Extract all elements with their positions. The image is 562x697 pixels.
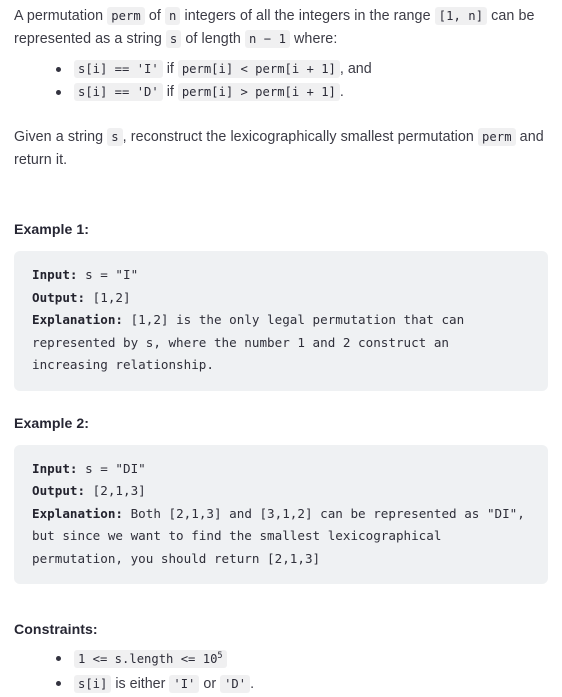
example-1-output-label: Output: bbox=[32, 289, 86, 305]
constraint-2-mid: is either bbox=[111, 676, 170, 692]
code-length: n − 1 bbox=[244, 29, 290, 48]
code-rule-1-right: perm[i] < perm[i + 1] bbox=[177, 60, 340, 78]
rule-2-tail: . bbox=[339, 84, 344, 100]
given-paragraph: Given a string s, reconstruct the lexico… bbox=[14, 126, 548, 171]
constraints-heading: Constraints: bbox=[14, 621, 98, 637]
code-rule-2-right: perm[i] > perm[i + 1] bbox=[177, 83, 340, 101]
example-2-heading: Example 2: bbox=[14, 414, 89, 431]
rules-list: s[i] == 'I' if perm[i] < perm[i + 1], an… bbox=[14, 58, 548, 104]
intro-text-2: of bbox=[144, 8, 165, 24]
example-2-explanation-label: Explanation: bbox=[32, 505, 123, 521]
constraint-2-tail: . bbox=[250, 676, 255, 692]
example-1-explanation-label: Explanation: bbox=[32, 312, 123, 327]
code-rule-1-left: s[i] == 'I' bbox=[74, 60, 163, 78]
example-1-heading: Example 1: bbox=[14, 221, 89, 237]
intro-text-6: where: bbox=[289, 30, 338, 47]
intro-text-5: of length bbox=[181, 30, 245, 47]
constraint-length-exponent: 5 bbox=[217, 650, 223, 661]
example-2-output-value: [2,1,3] bbox=[85, 483, 146, 498]
list-item: s[i] == 'I' if perm[i] < perm[i + 1], an… bbox=[56, 58, 548, 81]
given-text-2: , reconstruct the lexicographically smal… bbox=[122, 129, 478, 145]
code-range: [1, n] bbox=[434, 7, 488, 25]
example-1-output-value: [1,2] bbox=[85, 289, 131, 305]
constraint-length-main: 1 <= s.length <= 10 bbox=[78, 652, 218, 666]
example-2-input-value: s = "DI" bbox=[77, 460, 146, 476]
code-given-s: s bbox=[107, 128, 123, 146]
example-2-code-block: Input: s = "DI" Output: [2,1,3] Explanat… bbox=[14, 444, 548, 584]
code-s: s bbox=[165, 29, 182, 48]
example-2-output-label: Output: bbox=[32, 483, 86, 498]
intro-paragraph: A permutation perm of n integers of all … bbox=[14, 5, 548, 50]
code-constraint-si: s[i] bbox=[74, 675, 112, 693]
code-constraint-i: 'I' bbox=[169, 675, 200, 693]
code-n: n bbox=[165, 7, 181, 25]
rule-1-mid: if bbox=[162, 61, 178, 77]
list-item: s[i] == 'D' if perm[i] > perm[i + 1]. bbox=[56, 81, 548, 104]
example-1-code-block: Input: s = "I" Output: [1,2] Explanation… bbox=[14, 251, 548, 391]
given-text-1: Given a string bbox=[14, 129, 108, 145]
list-item: s[i] is either 'I' or 'D'. bbox=[56, 672, 548, 697]
constraints-list: 1 <= s.length <= 105 s[i] is either 'I' … bbox=[14, 647, 548, 697]
code-rule-2-left: s[i] == 'D' bbox=[74, 83, 163, 101]
code-constraint-d: 'D' bbox=[220, 675, 251, 693]
code-perm: perm bbox=[107, 7, 145, 25]
example-2-input-label: Input: bbox=[32, 460, 78, 476]
intro-text-3: integers of all the integers in the rang… bbox=[180, 8, 435, 24]
intro-text-1: A permutation bbox=[14, 8, 108, 24]
constraint-2-mid-2: or bbox=[199, 676, 221, 692]
code-constraint-length: 1 <= s.length <= 105 bbox=[74, 650, 227, 668]
example-1-input-label: Input: bbox=[32, 267, 78, 282]
code-given-perm: perm bbox=[477, 128, 516, 146]
rule-2-mid: if bbox=[162, 84, 178, 100]
list-item: 1 <= s.length <= 105 bbox=[56, 647, 548, 672]
example-1-input-value: s = "I" bbox=[77, 267, 139, 282]
problem-description-panel: A permutation perm of n integers of all … bbox=[0, 0, 562, 697]
rule-1-tail: , and bbox=[339, 61, 372, 77]
